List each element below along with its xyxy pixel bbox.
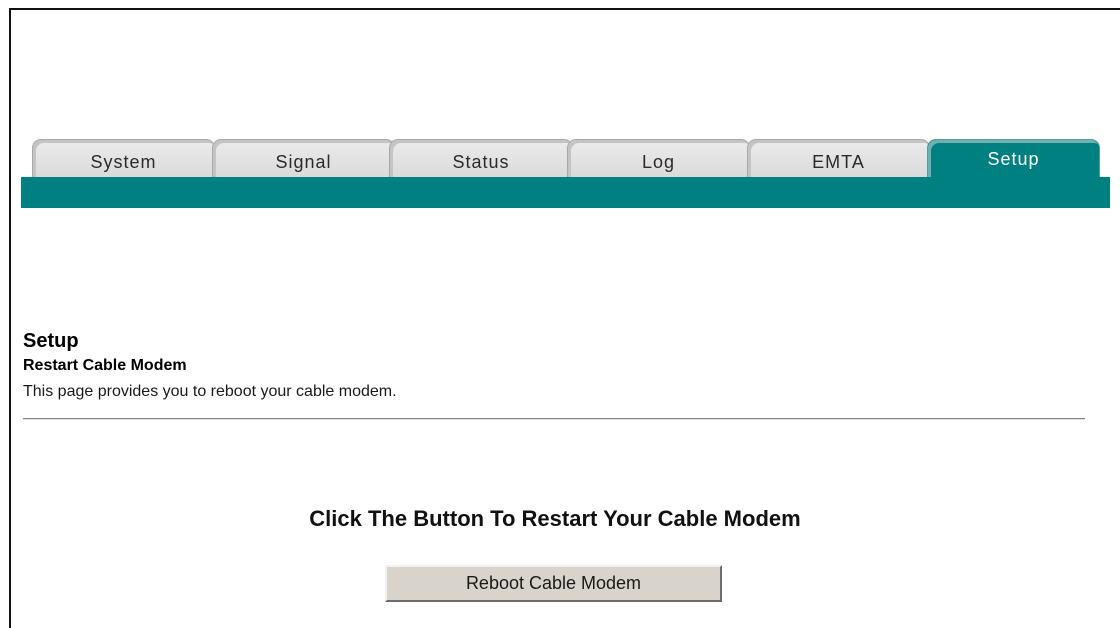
tab-system[interactable]: System bbox=[32, 139, 215, 177]
page-description: This page provides you to reboot your ca… bbox=[23, 383, 397, 400]
section-subtitle: Restart Cable Modem bbox=[23, 357, 187, 374]
tab-underline-bar bbox=[21, 177, 1110, 208]
tab-log[interactable]: Log bbox=[567, 139, 750, 177]
tab-status[interactable]: Status bbox=[389, 139, 573, 177]
tab-bar: System Signal Status Log EMTA Setup bbox=[21, 139, 1120, 177]
page-frame bbox=[9, 8, 1120, 628]
restart-instruction: Click The Button To Restart Your Cable M… bbox=[309, 506, 801, 531]
tab-signal[interactable]: Signal bbox=[212, 139, 395, 177]
reboot-cable-modem-button[interactable]: Reboot Cable Modem bbox=[385, 565, 722, 602]
tab-setup[interactable]: Setup bbox=[927, 139, 1100, 177]
page-title: Setup bbox=[23, 330, 79, 352]
divider bbox=[23, 418, 1085, 420]
tab-emta[interactable]: EMTA bbox=[747, 139, 930, 177]
